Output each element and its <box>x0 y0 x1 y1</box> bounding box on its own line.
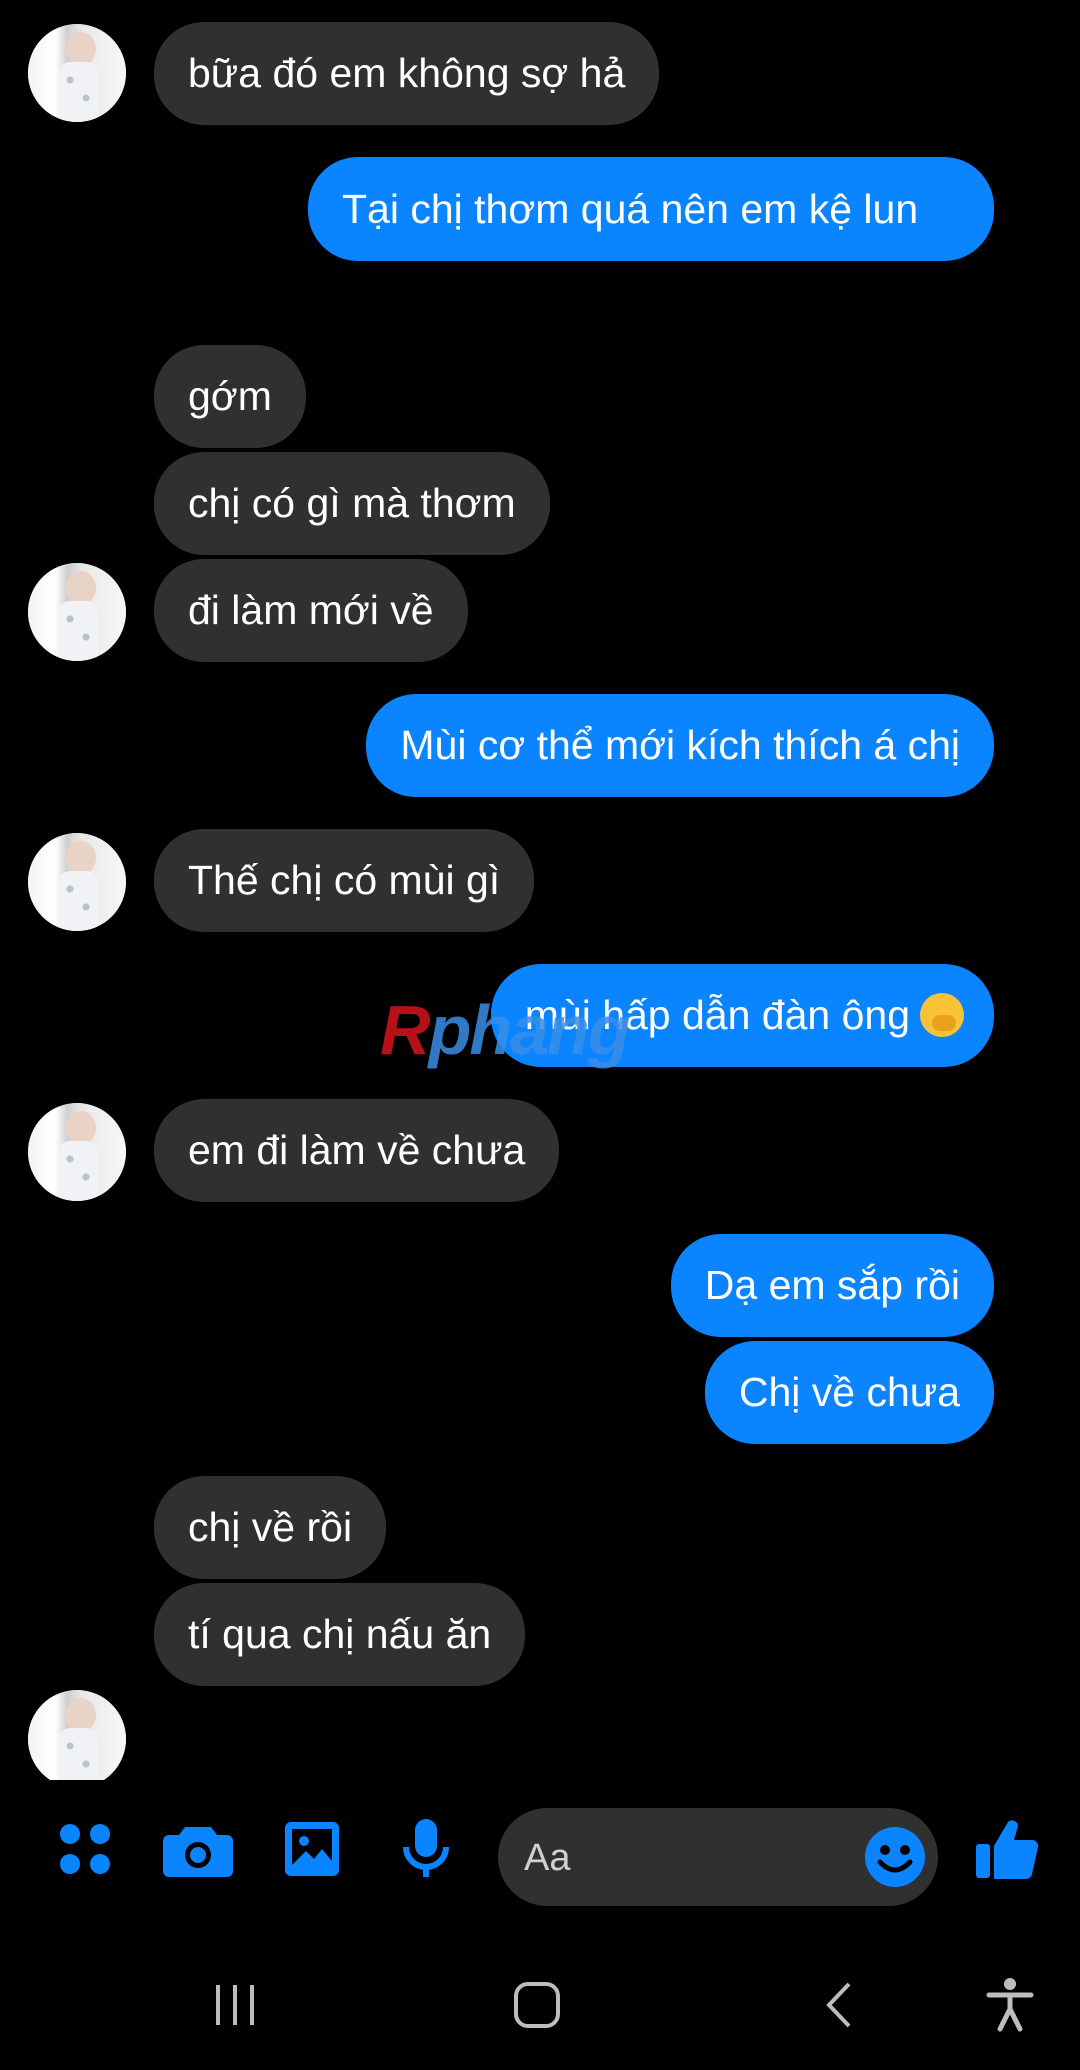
recents-icon[interactable] <box>195 1970 275 2040</box>
outgoing-message[interactable]: Chị về chưa <box>704 1341 994 1444</box>
incoming-message[interactable]: chị về rồi <box>154 1476 387 1579</box>
outgoing-message[interactable]: Tại chị thơm quá nên em kệ lun <box>308 157 994 261</box>
message-input-box[interactable] <box>498 1808 938 1908</box>
system-navigation-bar <box>0 1930 1080 2070</box>
back-icon[interactable] <box>800 1970 880 2040</box>
outgoing-message[interactable]: Mùi cơ thể mới kích thích á chị <box>366 694 994 797</box>
contact-avatar[interactable] <box>28 1690 126 1780</box>
outgoing-message[interactable]: Dạ em sắp rồi <box>670 1234 994 1337</box>
face-with-hand-over-mouth-icon <box>920 993 964 1037</box>
gallery-icon[interactable] <box>277 1814 347 1884</box>
contact-avatar[interactable] <box>28 1103 126 1201</box>
incoming-message[interactable]: đi làm mới về <box>154 559 468 662</box>
incoming-message[interactable]: em đi làm về chưa <box>154 1099 560 1202</box>
message-list[interactable]: bữa đó em không sợ hả Tại chị thơm quá n… <box>0 0 1080 1780</box>
contact-avatar[interactable] <box>28 563 126 661</box>
message-composer <box>0 1780 1080 1930</box>
accessibility-icon[interactable] <box>970 1970 1050 2040</box>
emoji-icon[interactable] <box>864 1826 926 1888</box>
message-input[interactable] <box>522 1808 826 1908</box>
incoming-message[interactable]: tí qua chị nấu ăn <box>154 1583 526 1686</box>
message-text: mùi hấp dẫn đàn ông <box>524 992 910 1038</box>
home-icon[interactable] <box>497 1970 577 2040</box>
incoming-message[interactable]: Thế chị có mùi gì <box>154 829 535 932</box>
contact-avatar[interactable] <box>28 24 126 122</box>
like-icon[interactable] <box>972 1814 1042 1884</box>
incoming-message[interactable]: bữa đó em không sợ hả <box>154 22 660 125</box>
outgoing-message[interactable]: mùi hấp dẫn đàn ông <box>490 964 994 1067</box>
microphone-icon[interactable] <box>391 1814 461 1884</box>
camera-icon[interactable] <box>163 1814 233 1884</box>
menu-icon[interactable] <box>50 1814 120 1884</box>
incoming-message[interactable]: chị có gì mà thơm <box>154 452 550 555</box>
contact-avatar[interactable] <box>28 833 126 931</box>
incoming-message[interactable]: gớm <box>154 345 306 448</box>
